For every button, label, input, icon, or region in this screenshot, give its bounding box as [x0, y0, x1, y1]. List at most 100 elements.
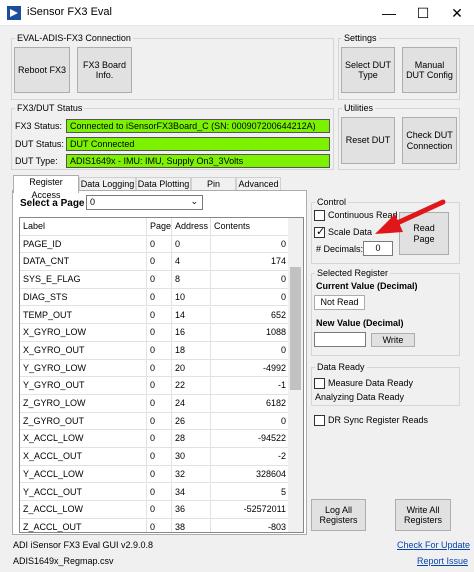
table-row[interactable]: PAGE_ID 0 0 0 — [20, 235, 290, 254]
new-value-input[interactable] — [314, 332, 366, 347]
cell-contents: 0 — [211, 412, 290, 431]
current-value-field: Not Read — [314, 295, 365, 310]
cell-contents: -94522 — [211, 430, 290, 449]
reset-dut-button[interactable]: Reset DUT — [341, 117, 395, 164]
measure-data-ready-label: Measure Data Ready — [328, 378, 414, 388]
check-dut-connection-button[interactable]: Check DUT Connection — [402, 117, 457, 164]
cell-label: X_GYRO_LOW — [20, 324, 147, 342]
dr-sync-checkbox[interactable] — [314, 415, 325, 426]
table-row[interactable]: Z_ACCL_LOW 0 36 -52572011 — [20, 501, 290, 519]
dut-status-field: DUT Connected — [66, 137, 330, 151]
fx3-status-field: Connected to iSensorFX3Board_C (SN: 0009… — [66, 119, 330, 133]
cell-page: 0 — [147, 518, 172, 532]
cell-page: 0 — [147, 483, 172, 502]
cell-label: DATA_CNT — [20, 253, 147, 272]
table-row[interactable]: X_GYRO_LOW 0 16 1088 — [20, 324, 290, 342]
dr-sync-label: DR Sync Register Reads — [328, 415, 429, 425]
measure-data-ready-checkbox[interactable] — [314, 378, 325, 389]
cell-address: 32 — [172, 465, 211, 484]
table-row[interactable]: Y_GYRO_OUT 0 22 -1 — [20, 377, 290, 395]
cell-label: SYS_E_FLAG — [20, 271, 147, 289]
table-row[interactable]: X_ACCL_LOW 0 28 -94522 — [20, 430, 290, 449]
page-select-value: 0 — [90, 197, 96, 207]
write-all-registers-button[interactable]: Write All Registers — [395, 499, 451, 531]
page-select[interactable]: 0 ⌄ — [86, 195, 203, 210]
close-button[interactable]: ✕ — [440, 0, 474, 26]
table-row[interactable]: Z_GYRO_LOW 0 24 6182 — [20, 395, 290, 413]
table-row[interactable]: Y_GYRO_LOW 0 20 -4992 — [20, 359, 290, 378]
table-row[interactable]: TEMP_OUT 0 14 652 — [20, 306, 290, 325]
cell-page: 0 — [147, 359, 172, 378]
cell-contents: 0 — [211, 235, 290, 254]
cell-address: 16 — [172, 324, 211, 342]
col-header-page: Page — [147, 218, 172, 236]
cell-label: X_ACCL_OUT — [20, 448, 147, 466]
analyzing-data-ready-label: Analyzing Data Ready — [315, 392, 405, 402]
cell-label: DIAG_STS — [20, 288, 147, 307]
register-grid[interactable]: Label Page Address Contents PAGE_ID 0 0 0 DA… — [19, 217, 304, 533]
cell-label: Z_GYRO_OUT — [20, 412, 147, 431]
new-value-label: New Value (Decimal) — [316, 318, 404, 328]
cell-contents: 174 — [211, 253, 290, 272]
cell-contents: -803 — [211, 518, 290, 532]
cell-label: Z_GYRO_LOW — [20, 395, 147, 413]
maximize-button[interactable]: ☐ — [406, 0, 440, 26]
table-row[interactable]: Z_ACCL_OUT 0 38 -803 — [20, 518, 290, 532]
log-all-registers-button[interactable]: Log All Registers — [311, 499, 366, 531]
cell-address: 36 — [172, 501, 211, 519]
check-for-update-link[interactable]: Check For Update — [397, 540, 470, 550]
cell-page: 0 — [147, 235, 172, 254]
grid-header: Label Page Address Contents — [20, 218, 290, 236]
cell-contents: 6182 — [211, 395, 290, 413]
cell-page: 0 — [147, 271, 172, 289]
control-group-title: Control — [315, 197, 349, 207]
minimize-button[interactable]: — — [372, 0, 406, 26]
cell-label: Y_ACCL_OUT — [20, 483, 147, 502]
cell-contents: 1088 — [211, 324, 290, 342]
table-row[interactable]: X_GYRO_OUT 0 18 0 — [20, 341, 290, 360]
cell-label: TEMP_OUT — [20, 306, 147, 325]
table-row[interactable]: Y_ACCL_LOW 0 32 328604 — [20, 465, 290, 484]
fx3-board-info-button[interactable]: FX3 Board Info. — [77, 47, 132, 93]
app-logo-icon — [7, 6, 21, 20]
reboot-fx3-button[interactable]: Reboot FX3 — [14, 47, 70, 93]
select-dut-type-button[interactable]: Select DUT Type — [341, 47, 395, 93]
manual-dut-config-button[interactable]: Manual DUT Config — [402, 47, 457, 93]
table-row[interactable]: Y_ACCL_OUT 0 34 5 — [20, 483, 290, 502]
continuous-read-checkbox[interactable] — [314, 210, 325, 221]
cell-page: 0 — [147, 253, 172, 272]
table-row[interactable]: X_ACCL_OUT 0 30 -2 — [20, 448, 290, 466]
write-button[interactable]: Write — [371, 333, 415, 347]
dut-type-field: ADIS1649x - IMU: IMU, Supply On3_3Volts — [66, 154, 330, 168]
cell-label: PAGE_ID — [20, 235, 147, 254]
cell-address: 34 — [172, 483, 211, 502]
selected-register-title: Selected Register — [315, 268, 391, 278]
cell-page: 0 — [147, 306, 172, 325]
decimals-label: # Decimals: — [316, 244, 364, 254]
fx3-status-label: FX3 Status: — [15, 121, 63, 131]
table-row[interactable]: SYS_E_FLAG 0 8 0 — [20, 271, 290, 289]
tab-register-access[interactable]: Register Access — [13, 175, 79, 200]
table-row[interactable]: Z_GYRO_OUT 0 26 0 — [20, 412, 290, 431]
grid-scroll-thumb[interactable] — [290, 267, 301, 390]
cell-contents: -1 — [211, 377, 290, 395]
scale-data-checkbox[interactable] — [314, 225, 325, 238]
cell-page: 0 — [147, 430, 172, 449]
cell-page: 0 — [147, 412, 172, 431]
cell-page: 0 — [147, 448, 172, 466]
regmap-label: ADIS1649x_Regmap.csv — [13, 556, 114, 566]
decimals-input[interactable]: 0 — [363, 241, 393, 256]
table-row[interactable]: DATA_CNT 0 4 174 — [20, 253, 290, 272]
table-row[interactable]: DIAG_STS 0 10 0 — [20, 288, 290, 307]
cell-page: 0 — [147, 341, 172, 360]
report-issue-link[interactable]: Report Issue — [417, 556, 468, 566]
cell-contents: 5 — [211, 483, 290, 502]
cell-address: 38 — [172, 518, 211, 532]
annotation-arrow-icon — [375, 199, 446, 234]
version-label: ADI iSensor FX3 Eval GUI v2.9.0.8 — [13, 540, 154, 550]
cell-page: 0 — [147, 288, 172, 307]
cell-contents: 0 — [211, 288, 290, 307]
cell-address: 22 — [172, 377, 211, 395]
data-ready-title: Data Ready — [315, 362, 367, 372]
dut-type-label: DUT Type: — [15, 156, 58, 166]
